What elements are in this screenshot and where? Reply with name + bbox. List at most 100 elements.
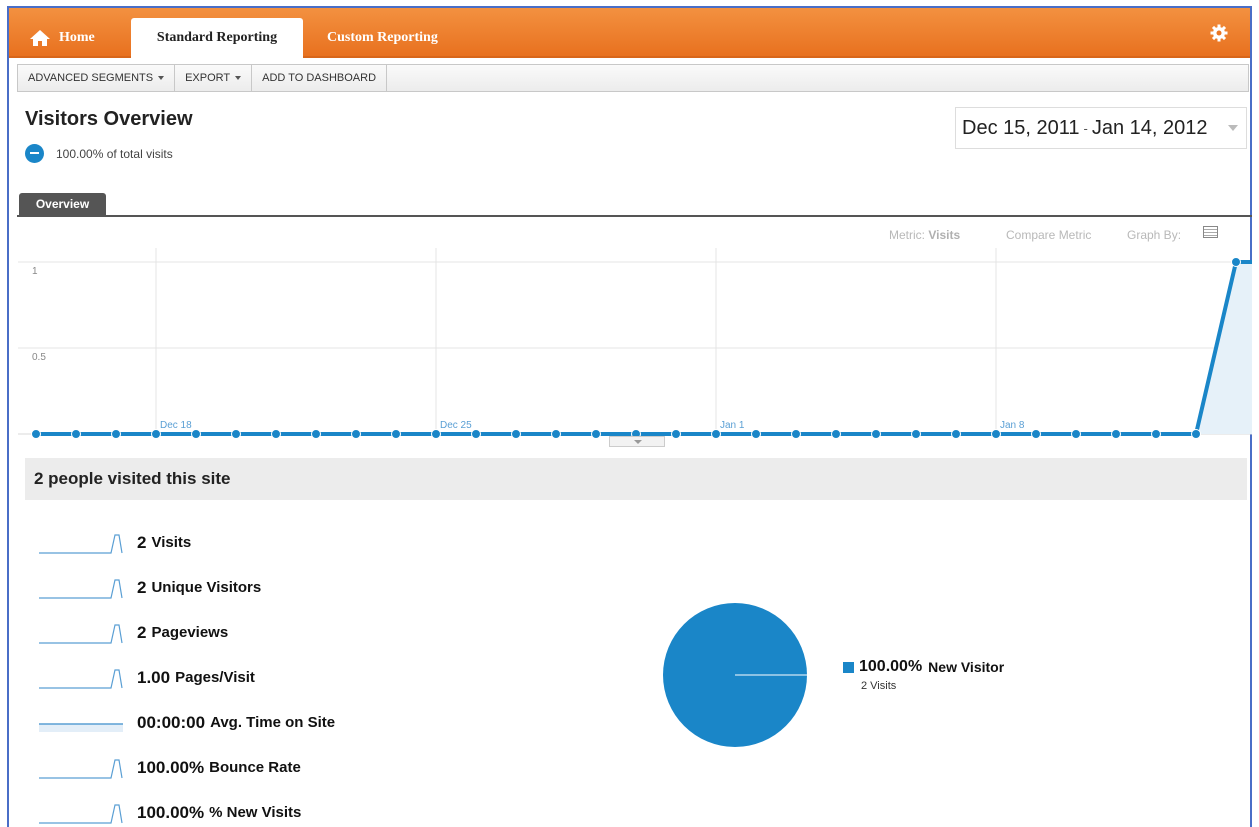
home-icon [30, 30, 50, 46]
metric-row[interactable]: 00:00:00 Avg. Time on Site [39, 700, 335, 745]
metric-selector[interactable]: Metric: Visits [889, 228, 960, 242]
export-button[interactable]: EXPORT [175, 65, 253, 91]
report-toolbar: ADVANCED SEGMENTS EXPORT ADD TO DASHBOAR… [17, 64, 1249, 92]
y-tick-label: 0.5 [32, 352, 46, 363]
add-to-dashboard-button[interactable]: ADD TO DASHBOARD [252, 65, 388, 91]
data-point[interactable] [271, 429, 281, 439]
metric-value: 00:00:00 [137, 712, 206, 732]
data-point[interactable] [111, 429, 121, 439]
export-label: EXPORT [185, 72, 231, 84]
y-tick-label: 1 [32, 266, 38, 277]
nav-tab-home[interactable]: Home [29, 18, 95, 58]
metric-value: 100.00% [137, 802, 205, 822]
data-point[interactable] [911, 429, 921, 439]
date-range-picker[interactable]: Dec 15, 2011 - Jan 14, 2012 [955, 107, 1247, 149]
data-point[interactable] [951, 429, 961, 439]
data-point[interactable] [471, 429, 481, 439]
add-to-dashboard-label: ADD TO DASHBOARD [262, 72, 377, 84]
data-point[interactable] [1231, 257, 1241, 267]
metric-row[interactable]: 100.00%% New Visits [39, 790, 335, 827]
data-point[interactable] [871, 429, 881, 439]
legend-name: New Visitor [928, 659, 1005, 675]
metric-label: Bounce Rate [209, 759, 301, 776]
metric-row[interactable]: 2 Pageviews [39, 610, 335, 655]
data-point[interactable] [431, 429, 441, 439]
sparkline-line [39, 578, 123, 599]
data-point[interactable] [1151, 429, 1161, 439]
chevron-down-icon [158, 76, 165, 80]
gear-icon[interactable] [1210, 24, 1228, 42]
data-point[interactable] [551, 429, 561, 439]
tab-overview[interactable]: Overview [19, 193, 106, 215]
metric-label: Pageviews [151, 624, 229, 641]
sparkline [39, 722, 123, 732]
compare-metric-button[interactable]: Compare Metric [1006, 228, 1091, 242]
date-start: Dec 15, 2011 [962, 116, 1080, 139]
data-point[interactable] [71, 429, 81, 439]
segment-text: 100.00% of total visits [56, 146, 173, 161]
metric-row[interactable]: 2 Unique Visitors [39, 565, 335, 610]
sparkline [39, 623, 123, 644]
metric-value: 2 [137, 532, 147, 552]
data-point[interactable] [231, 429, 241, 439]
data-point[interactable] [311, 429, 321, 439]
data-point[interactable] [1111, 429, 1121, 439]
segment-icon [25, 144, 44, 163]
data-point[interactable] [351, 429, 361, 439]
data-point[interactable] [591, 429, 601, 439]
data-point[interactable] [511, 429, 521, 439]
chevron-down-icon [1228, 125, 1238, 131]
metric-label: Unique Visitors [151, 579, 262, 596]
graph-by-label: Graph By: [1127, 228, 1182, 242]
sparkline-line [39, 533, 123, 554]
sparkline-line [39, 623, 123, 644]
nav-tab-standard-reporting[interactable]: Standard Reporting [131, 18, 303, 58]
x-tick-label: Dec 18 [160, 420, 192, 431]
visits-chart: Dec 18Dec 25Jan 1Jan 8110.50.5 [18, 248, 1252, 439]
legend-percent: 100.00% [859, 658, 923, 675]
metric-row[interactable]: 2 Visits [39, 520, 335, 565]
metric-label: Pages/Visit [175, 669, 255, 686]
x-tick-label: Dec 25 [440, 420, 472, 431]
app-frame: Home Standard Reporting Custom Reporting [7, 6, 1252, 827]
legend-subtext: 2 Visits [861, 680, 897, 692]
metric-row[interactable]: 100.00% Bounce Rate [39, 745, 335, 790]
chevron-down-icon [235, 76, 242, 80]
metric-row[interactable]: 1.00 Pages/Visit [39, 655, 335, 700]
date-separator: - [1083, 120, 1088, 136]
x-tick-label: Jan 1 [720, 420, 745, 431]
sparkline [39, 758, 123, 779]
nav-tab-custom-reporting-label: Custom Reporting [327, 30, 438, 45]
sparkline-area [39, 723, 123, 732]
data-point[interactable] [191, 429, 201, 439]
segment-indicator: 100.00% of total visits [25, 144, 173, 163]
data-point[interactable] [1031, 429, 1041, 439]
data-point[interactable] [1071, 429, 1081, 439]
nav-tab-home-label: Home [59, 30, 95, 45]
nav-tab-custom-reporting[interactable]: Custom Reporting [327, 18, 438, 58]
data-point[interactable] [151, 429, 161, 439]
x-tick-label: Jan 8 [1000, 420, 1025, 431]
nav-tab-standard-reporting-label: Standard Reporting [156, 30, 278, 45]
summary-headline: 2 people visited this site [25, 458, 1247, 500]
sparkline-line [39, 758, 123, 779]
data-point[interactable] [671, 429, 681, 439]
data-point[interactable] [711, 429, 721, 439]
advanced-segments-button[interactable]: ADVANCED SEGMENTS [18, 65, 176, 91]
sparkline [39, 803, 123, 824]
data-point[interactable] [31, 429, 41, 439]
page-title: Visitors Overview [25, 108, 193, 130]
data-point[interactable] [391, 429, 401, 439]
pie-legend: 100.00% New Visitor 2 Visits [843, 658, 1004, 692]
legend-item[interactable]: 100.00% New Visitor [843, 658, 1004, 676]
graph-by-icon[interactable] [1203, 226, 1218, 238]
data-point[interactable] [991, 429, 1001, 439]
data-point[interactable] [751, 429, 761, 439]
data-point[interactable] [791, 429, 801, 439]
chart-collapse-toggle[interactable] [609, 436, 665, 447]
top-nav-bar: Home Standard Reporting Custom Reporting [9, 8, 1250, 58]
data-point[interactable] [1191, 429, 1201, 439]
metric-value: 2 [137, 577, 147, 597]
metric-label: Avg. Time on Site [210, 714, 336, 731]
data-point[interactable] [831, 429, 841, 439]
